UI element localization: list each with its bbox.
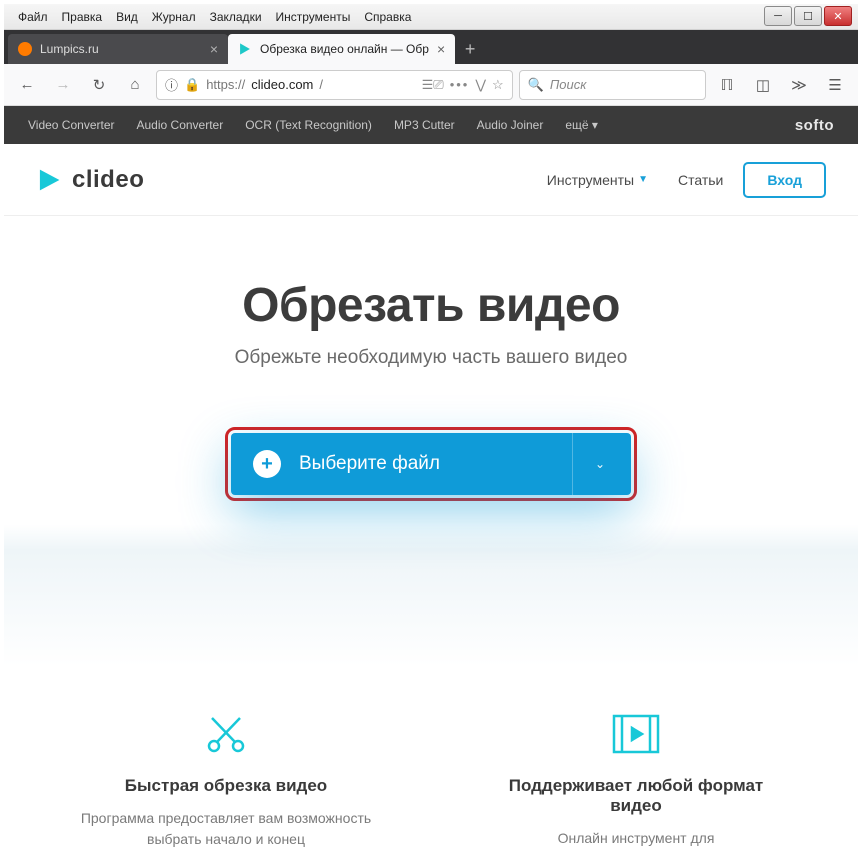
tab-title: Lumpics.ru xyxy=(40,42,202,56)
favicon-icon xyxy=(238,42,252,56)
menu-help[interactable]: Справка xyxy=(358,8,417,26)
overflow-icon[interactable]: ≫ xyxy=(784,70,814,100)
softo-item[interactable]: OCR (Text Recognition) xyxy=(245,118,372,132)
page-header: clideo Инструменты ▼ Статьи Вход xyxy=(4,144,858,216)
lock-icon: 🔒 xyxy=(184,77,200,93)
tab-clideo[interactable]: Обрезка видео онлайн — Обр × xyxy=(228,34,455,64)
menubar: Файл Правка Вид Журнал Закладки Инструме… xyxy=(12,8,417,26)
clideo-brand[interactable]: clideo xyxy=(72,166,144,194)
close-button[interactable]: ✕ xyxy=(824,6,852,26)
url-bar[interactable]: ⓘ 🔒 https:// clideo.com / ☰⎚ ••• ⋁ ☆ xyxy=(156,70,513,100)
menu-history[interactable]: Журнал xyxy=(146,8,202,26)
scissors-icon xyxy=(76,706,376,762)
softo-item[interactable]: Audio Converter xyxy=(137,118,224,132)
softo-brand[interactable]: softo xyxy=(795,117,834,134)
forward-button[interactable]: → xyxy=(48,70,78,100)
choose-file-button[interactable]: + Выберите файл ⌄ xyxy=(231,433,631,495)
articles-link[interactable]: Статьи xyxy=(668,166,733,194)
window-controls: ─ ☐ ✕ xyxy=(764,6,852,26)
features: Быстрая обрезка видео Программа предоста… xyxy=(4,706,858,859)
page-subtitle: Обрежьте необходимую часть вашего видео xyxy=(4,347,858,369)
chevron-down-icon: ▼ xyxy=(638,174,648,185)
home-button[interactable]: ⌂ xyxy=(120,70,150,100)
plus-icon: + xyxy=(253,450,281,478)
info-icon[interactable]: ⓘ xyxy=(165,75,178,94)
maximize-button[interactable]: ☐ xyxy=(794,6,822,26)
chevron-down-icon[interactable]: ⌄ xyxy=(591,457,609,471)
navbar: ← → ↻ ⌂ ⓘ 🔒 https:// clideo.com / ☰⎚ ••• ⋁… xyxy=(4,64,858,106)
url-host: clideo.com xyxy=(251,77,313,92)
tools-dropdown[interactable]: Инструменты ▼ xyxy=(537,166,658,194)
more-icon[interactable]: ••• xyxy=(450,77,470,92)
feature-title: Поддерживает любой формат видео xyxy=(486,776,786,816)
reader-icon[interactable]: ☰⎚ xyxy=(422,77,444,93)
softo-item[interactable]: Video Converter xyxy=(28,118,115,132)
feature-fast-cut: Быстрая обрезка видео Программа предоста… xyxy=(76,706,376,851)
tab-lumpics[interactable]: Lumpics.ru × xyxy=(8,34,228,64)
feature-title: Быстрая обрезка видео xyxy=(76,776,376,796)
tools-label: Инструменты xyxy=(547,172,634,188)
url-protocol: https:// xyxy=(206,77,245,92)
page-title: Обрезать видео xyxy=(4,278,858,333)
softo-more[interactable]: ещё ▾ xyxy=(565,118,598,132)
new-tab-button[interactable]: + xyxy=(455,34,485,64)
softo-item[interactable]: Audio Joiner xyxy=(477,118,544,132)
menu-tools[interactable]: Инструменты xyxy=(270,8,357,26)
reload-button[interactable]: ↻ xyxy=(84,70,114,100)
tab-close-icon[interactable]: × xyxy=(437,41,445,57)
menu-view[interactable]: Вид xyxy=(110,8,144,26)
softo-toolbar: Video Converter Audio Converter OCR (Tex… xyxy=(4,106,858,144)
sidebar-icon[interactable]: ◫ xyxy=(748,70,778,100)
login-button[interactable]: Вход xyxy=(743,162,826,198)
divider xyxy=(572,433,573,495)
pocket-icon[interactable]: ⋁ xyxy=(475,77,486,93)
menu-edit[interactable]: Правка xyxy=(56,8,109,26)
tab-title: Обрезка видео онлайн — Обр xyxy=(260,42,429,56)
tab-close-icon[interactable]: × xyxy=(210,41,218,57)
browser-window: ─ ☐ ✕ Файл Правка Вид Журнал Закладки Ин… xyxy=(0,0,862,863)
video-format-icon xyxy=(486,706,786,762)
back-button[interactable]: ← xyxy=(12,70,42,100)
clideo-logo-icon[interactable] xyxy=(36,167,62,193)
bookmark-icon[interactable]: ☆ xyxy=(492,77,504,93)
choose-file-wrapper: + Выберите файл ⌄ xyxy=(231,433,631,495)
feature-desc: Онлайн инструмент для xyxy=(486,828,786,850)
search-bar[interactable]: 🔍 Поиск xyxy=(519,70,706,100)
tabstrip: Lumpics.ru × Обрезка видео онлайн — Обр … xyxy=(4,30,858,64)
url-path: / xyxy=(319,77,323,92)
feature-desc: Программа предоставляет вам возможность … xyxy=(76,808,376,851)
search-icon: 🔍 xyxy=(528,77,544,93)
search-placeholder: Поиск xyxy=(550,77,587,92)
hero: Обрезать видео Обрежьте необходимую част… xyxy=(4,216,858,859)
menu-bookmarks[interactable]: Закладки xyxy=(204,8,268,26)
favicon-icon xyxy=(18,42,32,56)
hamburger-icon[interactable]: ☰ xyxy=(820,70,850,100)
library-icon[interactable]: ℿ xyxy=(712,70,742,100)
choose-file-label: Выберите файл xyxy=(299,453,550,475)
softo-item[interactable]: MP3 Cutter xyxy=(394,118,455,132)
minimize-button[interactable]: ─ xyxy=(764,6,792,26)
feature-any-format: Поддерживает любой формат видео Онлайн и… xyxy=(486,706,786,851)
menu-file[interactable]: Файл xyxy=(12,8,54,26)
